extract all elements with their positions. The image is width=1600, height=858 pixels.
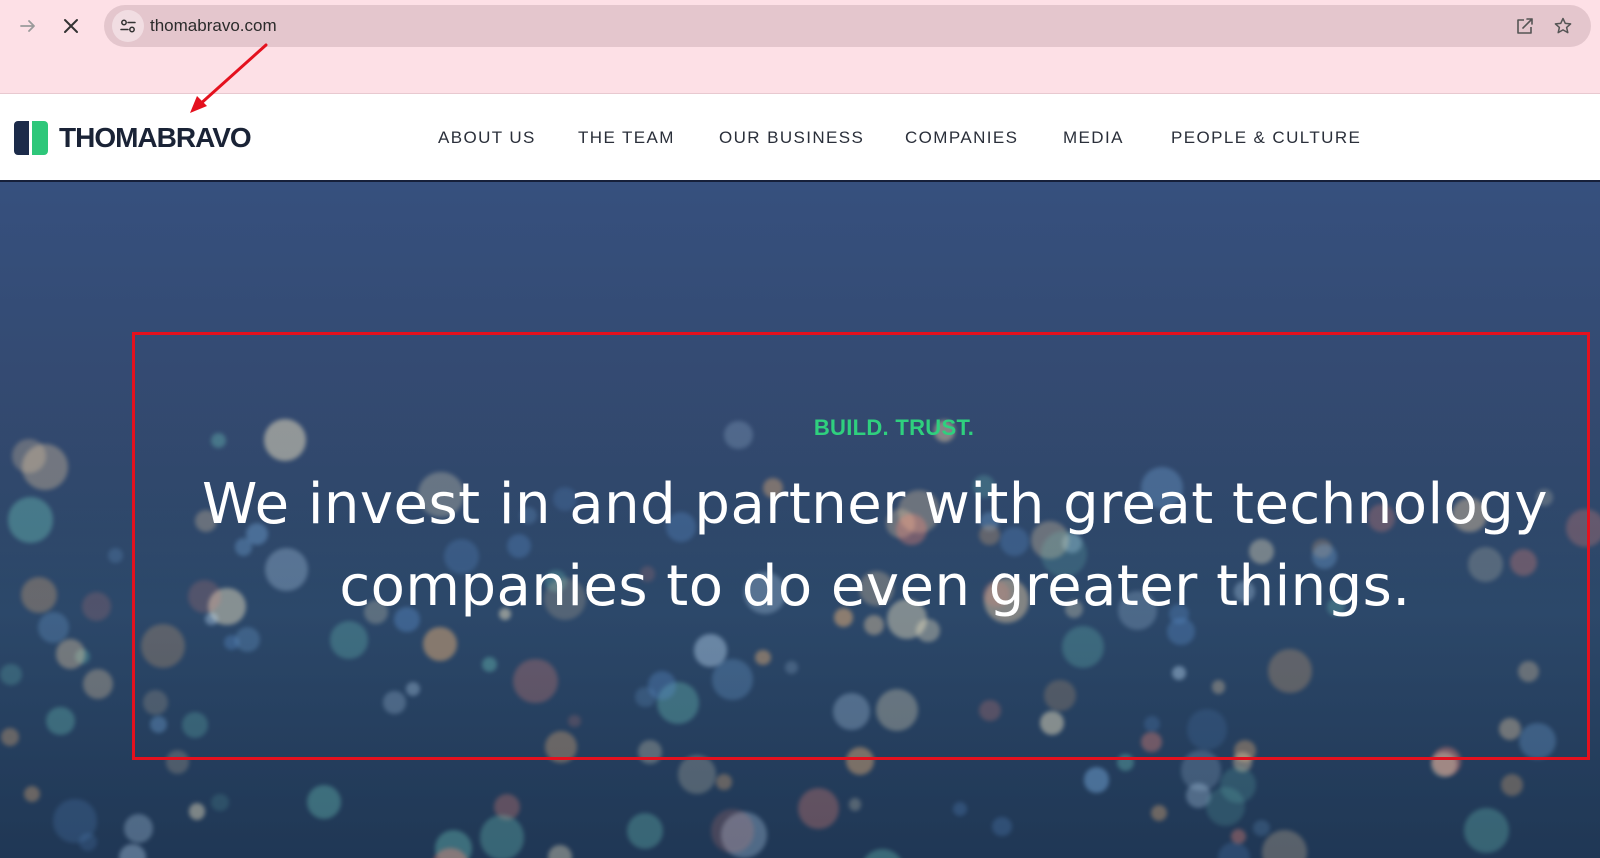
main-nav: ABOUT US THE TEAM OUR BUSINESS COMPANIES… xyxy=(0,94,1600,182)
close-icon xyxy=(64,19,78,33)
share-button[interactable] xyxy=(1511,12,1539,40)
arrow-right-icon xyxy=(20,20,35,32)
url-text[interactable]: thomabravo.com xyxy=(150,5,277,47)
hero-headline-line-2: companies to do even greater things. xyxy=(339,554,1411,619)
hero-headline-line-1: We invest in and partner with great tech… xyxy=(202,472,1548,537)
hero-section: BUILD. TRUST. We invest in and partner w… xyxy=(0,182,1600,858)
star-icon xyxy=(1554,17,1572,34)
hero-headline: We invest in and partner with great tech… xyxy=(160,464,1590,628)
browser-toolbar: thomabravo.com xyxy=(0,0,1600,94)
hero-content: BUILD. TRUST. We invest in and partner w… xyxy=(0,182,1600,858)
nav-item-our-business[interactable]: OUR BUSINESS xyxy=(719,94,864,182)
nav-item-companies[interactable]: COMPANIES xyxy=(905,94,1018,182)
address-bar[interactable]: thomabravo.com xyxy=(104,5,1591,47)
nav-item-the-team[interactable]: THE TEAM xyxy=(578,94,675,182)
site-header: THOMABRAVO ABOUT US THE TEAM OUR BUSINES… xyxy=(0,94,1600,182)
share-icon xyxy=(1517,18,1533,34)
stop-loading-button[interactable] xyxy=(55,10,87,42)
tune-icon xyxy=(120,19,136,33)
nav-item-people-culture[interactable]: PEOPLE & CULTURE xyxy=(1171,94,1361,182)
nav-item-about-us[interactable]: ABOUT US xyxy=(438,94,536,182)
hero-tagline: BUILD. TRUST. xyxy=(813,415,975,440)
site-info-button[interactable] xyxy=(112,10,144,42)
nav-item-media[interactable]: MEDIA xyxy=(1063,94,1124,182)
bookmark-button[interactable] xyxy=(1549,12,1577,40)
forward-button[interactable] xyxy=(12,10,44,42)
